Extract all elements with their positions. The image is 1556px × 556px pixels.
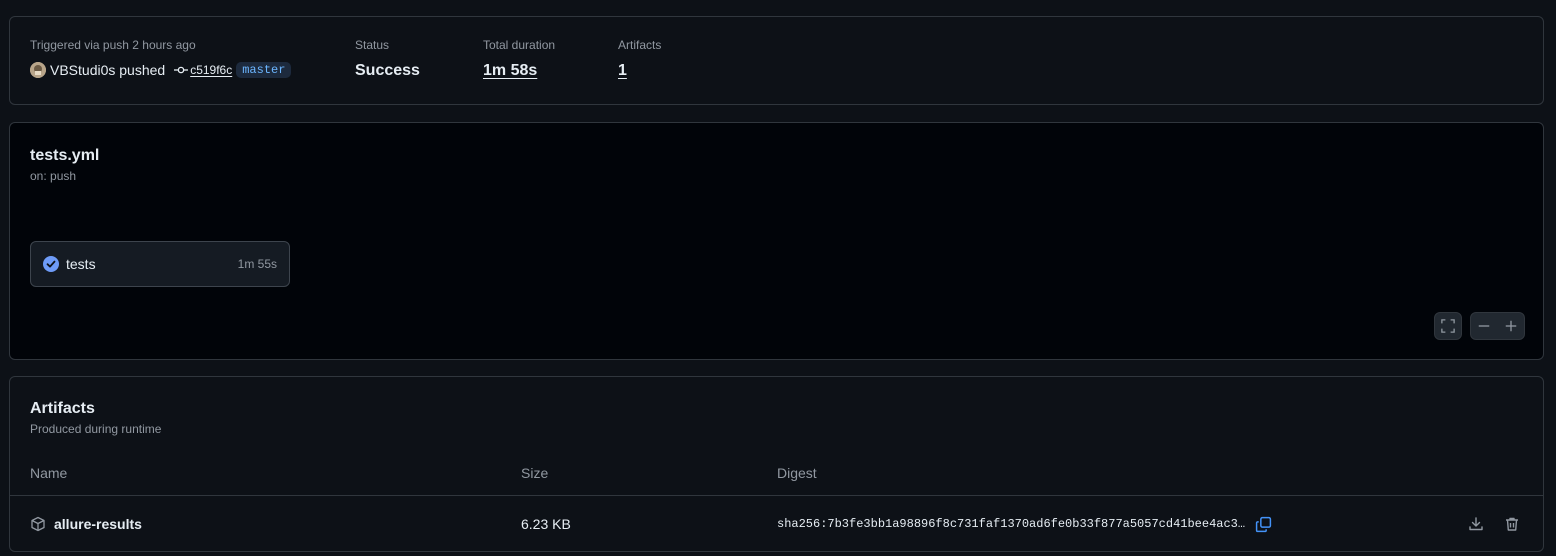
zoom-controls [1470, 312, 1525, 340]
workflow-graph-panel: tests.yml on: push tests 1m 55s [9, 122, 1544, 360]
download-icon[interactable] [1468, 516, 1484, 532]
trigger-info: Triggered via push 2 hours ago VBStudi0s… [30, 38, 292, 80]
duration-info: Total duration 1m 58s [483, 38, 555, 81]
trigger-label: Triggered via push 2 hours ago [30, 38, 196, 52]
check-circle-icon [43, 256, 59, 272]
status-label: Status [355, 38, 390, 52]
fullscreen-icon [1441, 319, 1455, 333]
avatar[interactable] [30, 62, 46, 78]
duration-link[interactable]: 1m 58s [483, 61, 555, 81]
artifacts-subtitle: Produced during runtime [30, 422, 162, 436]
artifacts-count-link[interactable]: 1 [618, 61, 661, 81]
duration-label: Total duration [483, 38, 556, 52]
job-name: tests [66, 256, 96, 272]
artifact-digest: sha256:7b3fe3bb1a98896f8c731faf1370ad6fe… [777, 517, 1246, 531]
fullscreen-button[interactable] [1434, 312, 1462, 340]
actor-text: VBStudi0s pushed [50, 62, 166, 78]
status-info: Status Success [355, 38, 420, 81]
artifacts-panel: Artifacts Produced during runtime Name S… [9, 376, 1544, 552]
branch-badge[interactable]: master [236, 62, 292, 78]
commit-sha-link[interactable]: c519f6c [190, 63, 232, 77]
artifact-name-link[interactable]: allure-results [54, 516, 142, 532]
job-card-tests[interactable]: tests 1m 55s [30, 241, 290, 287]
package-icon [30, 516, 46, 532]
copy-icon[interactable] [1255, 516, 1272, 533]
zoom-out-icon[interactable] [1477, 319, 1491, 333]
table-row: allure-results 6.23 KB sha256:7b3fe3bb1a… [10, 496, 1543, 552]
workflow-trigger: on: push [30, 169, 77, 183]
artifacts-title: Artifacts [30, 400, 95, 417]
zoom-in-icon[interactable] [1504, 319, 1518, 333]
artifacts-info: Artifacts 1 [618, 38, 661, 81]
run-summary-panel: Triggered via push 2 hours ago VBStudi0s… [9, 16, 1544, 105]
git-commit-icon [174, 63, 189, 77]
artifacts-label: Artifacts [618, 38, 662, 52]
column-header-digest: Digest [777, 465, 817, 481]
trash-icon[interactable] [1504, 516, 1520, 532]
job-duration: 1m 55s [237, 257, 277, 271]
column-header-size: Size [521, 465, 549, 481]
workflow-file-title: tests.yml [30, 147, 100, 164]
artifact-size: 6.23 KB [521, 516, 571, 532]
column-header-name: Name [30, 465, 68, 481]
status-value: Success [355, 62, 420, 79]
